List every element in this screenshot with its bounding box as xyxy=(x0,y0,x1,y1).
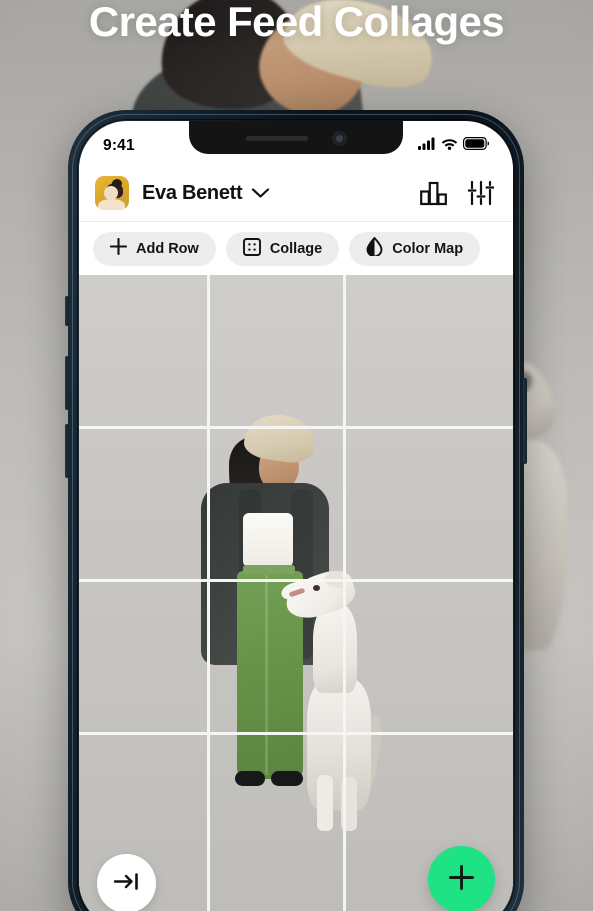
grid-photo-dog[interactable] xyxy=(279,565,385,835)
power-button[interactable] xyxy=(523,378,527,464)
plus-icon xyxy=(448,864,475,896)
collage-icon xyxy=(242,237,261,260)
color-map-chip[interactable]: Color Map xyxy=(349,231,481,266)
bar-chart-icon[interactable] xyxy=(417,177,449,209)
sliders-icon[interactable] xyxy=(465,177,497,209)
color-map-label: Color Map xyxy=(392,240,464,257)
toolbar: Add Row Collage Color Map xyxy=(79,222,513,275)
chevron-down-icon[interactable] xyxy=(251,187,270,199)
collage-label: Collage xyxy=(269,240,323,257)
plus-icon xyxy=(109,237,128,259)
earpiece-speaker xyxy=(245,136,308,141)
avatar[interactable] xyxy=(95,176,129,210)
volume-down-button[interactable] xyxy=(65,424,69,478)
phone-notch xyxy=(189,121,403,154)
volume-up-button[interactable] xyxy=(65,356,69,410)
battery-icon xyxy=(463,137,490,155)
status-clock: 9:41 xyxy=(103,137,135,154)
wifi-icon xyxy=(441,137,458,155)
phone-screen: 9:41 Eva Benett Add Row Collage Color Ma… xyxy=(79,121,513,911)
page-title: Eva Benett xyxy=(142,181,243,204)
add-row-chip[interactable]: Add Row xyxy=(93,231,216,266)
mute-switch[interactable] xyxy=(65,296,69,326)
phone-mockup: 9:41 Eva Benett Add Row Collage Color Ma… xyxy=(65,110,527,911)
droplet-half-icon xyxy=(366,237,383,260)
skip-to-end-button[interactable] xyxy=(97,854,156,911)
add-row-label: Add Row xyxy=(136,240,199,257)
collage-grid[interactable] xyxy=(79,275,513,911)
front-camera-icon xyxy=(331,131,347,146)
arrow-to-bar-icon xyxy=(113,872,140,896)
collage-chip[interactable]: Collage xyxy=(225,231,340,266)
cellular-signal-icon xyxy=(418,137,436,155)
page-title: Create Feed Collages xyxy=(88,0,505,45)
app-header: Eva Benett xyxy=(79,165,513,222)
add-button[interactable] xyxy=(428,846,495,911)
